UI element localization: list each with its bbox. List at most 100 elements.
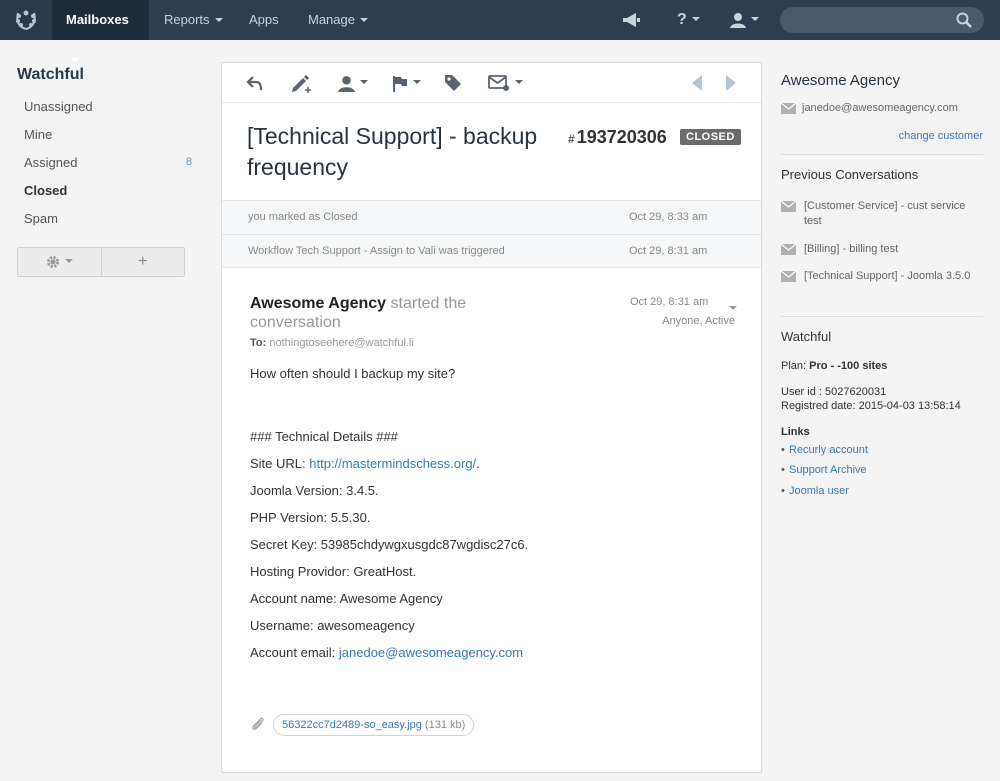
plus-icon: + (138, 253, 148, 270)
gear-icon (46, 256, 59, 268)
help-menu[interactable]: ? (677, 0, 700, 40)
activity-event: Workflow Tech Support - Assign to Vali w… (222, 234, 761, 268)
user-icon (338, 75, 355, 92)
previous-conversation-item[interactable]: [Technical Support] - Joomla 3.5.0 (781, 269, 983, 284)
nav-manage-label: Manage (308, 12, 355, 27)
nav-mailboxes[interactable]: Mailboxes (52, 0, 149, 62)
event-text: you marked as Closed (248, 211, 358, 223)
message-line: PHP Version: 5.5.30. (250, 510, 371, 525)
plan-value: Pro - -100 sites (809, 360, 888, 372)
user-icon (730, 13, 746, 28)
chevron-down-icon (515, 80, 523, 84)
chevron-down-icon (729, 305, 737, 310)
settings-button[interactable] (18, 248, 102, 276)
assign-button[interactable] (338, 71, 368, 95)
author-name[interactable]: Awesome Agency (250, 295, 386, 312)
arrow-left-icon (692, 75, 702, 91)
message-line: Username: awesomeagency (250, 618, 415, 633)
account-email-label: Account email: (250, 645, 336, 660)
laurel-logo-icon (16, 10, 36, 30)
previous-conversation-item[interactable]: [Customer Service] - cust service test (781, 199, 983, 229)
to-line: To: nothingtoseehere@watchful.li (250, 337, 414, 349)
conversation-panel: [Technical Support] - backup frequency #… (221, 62, 762, 773)
next-conversation-button[interactable] (725, 71, 737, 95)
message-line: How often should I backup my site? (250, 366, 456, 381)
search-input[interactable] (780, 7, 984, 33)
nav-apps-label: Apps (249, 12, 279, 27)
customer-email: janedoe@awesomeagency.com (781, 102, 958, 114)
status-button[interactable] (392, 71, 421, 95)
folder-spam[interactable]: Spam (24, 211, 192, 226)
envelope-icon (781, 201, 796, 212)
status-badge: CLOSED (680, 129, 741, 145)
nav-reports[interactable]: Reports (150, 0, 237, 40)
subject-line: [Technical Support] - backup (247, 123, 538, 149)
folder-unassigned[interactable]: Unassigned (24, 99, 192, 114)
envelope-icon (781, 102, 796, 114)
attachment-chip[interactable]: 56322cc7d2489-so_easy.jpg (131 kb) (273, 714, 475, 736)
joomla-user-link[interactable]: Joomla user (781, 485, 849, 497)
folder-closed[interactable]: Closed (24, 183, 192, 198)
help-icon: ? (677, 11, 687, 28)
note-pencil-icon (292, 75, 311, 93)
support-archive-link[interactable]: Support Archive (781, 464, 867, 476)
customer-name: Awesome Agency (781, 72, 900, 89)
to-email: nothingtoseehere@watchful.li (269, 337, 414, 349)
previous-conversation-button[interactable] (691, 71, 703, 95)
message-line: Account name: Awesome Agency (250, 591, 443, 606)
event-time: Oct 29, 8:31 am (629, 245, 708, 257)
tag-button[interactable] (444, 71, 462, 95)
paperclip-icon (252, 717, 264, 730)
reply-icon (246, 76, 263, 91)
subject-line: frequency (247, 154, 349, 180)
top-nav: Mailboxes Reports Apps Manage ? (0, 0, 1000, 62)
account-email-link[interactable]: janedoe@awesomeagency.com (339, 645, 523, 660)
chevron-down-icon (64, 259, 73, 263)
event-time: Oct 29, 8:33 am (629, 211, 708, 223)
message-line: Secret Key: 53985chdywgxusgdc87wgdisc27c… (250, 537, 529, 552)
registered-date: Registred date: 2015-04-03 13:58:14 (781, 400, 961, 412)
message-line: Hosting Providor: GreatHost. (250, 564, 417, 579)
add-folder-button[interactable]: + (102, 248, 185, 276)
conversation-subject: [Technical Support] - backup frequency (247, 121, 547, 183)
reply-button[interactable] (246, 71, 264, 95)
event-text: Workflow Tech Support - Assign to Vali w… (248, 245, 505, 257)
tag-icon (445, 75, 461, 91)
envelope-icon (781, 271, 796, 282)
folder-count: 8 (185, 156, 192, 168)
message-line: Account email: janedoe@awesomeagency.com (250, 645, 523, 660)
envelope-icon (781, 244, 796, 255)
site-url-label: Site URL: (250, 456, 306, 471)
email-options-button[interactable] (488, 71, 523, 95)
announcements-icon[interactable] (621, 0, 641, 40)
attachment-name[interactable]: 56322cc7d2489-so_easy.jpg (282, 719, 422, 731)
search-icon (956, 12, 972, 28)
attachment-size: (131 kb) (424, 719, 466, 731)
previous-conversation-item[interactable]: [Billing] - billing test (781, 242, 983, 257)
logo[interactable] (0, 0, 52, 40)
previous-conversation-title: [Technical Support] - Joomla 3.5.0 (804, 270, 971, 282)
links-title: Links (781, 426, 810, 438)
divider (781, 316, 983, 317)
chevron-down-icon (360, 80, 368, 84)
message-line: Site URL: http://mastermindschess.org/. (250, 456, 480, 471)
change-customer-link[interactable]: change customer (899, 130, 983, 142)
flag-icon (393, 75, 407, 92)
recurly-account-link[interactable]: Recurly account (781, 444, 868, 456)
nav-reports-label: Reports (164, 12, 210, 27)
chevron-down-icon (214, 17, 223, 22)
add-note-button[interactable] (290, 71, 314, 95)
chevron-down-icon (71, 57, 79, 62)
site-url-link[interactable]: http://mastermindschess.org/ (309, 456, 476, 471)
user-menu[interactable] (730, 0, 759, 40)
thread-options-button[interactable] (724, 300, 737, 315)
punctuation: . (476, 456, 480, 471)
folder-label: Unassigned (24, 99, 93, 114)
folder-mine[interactable]: Mine (24, 127, 192, 142)
folder-actions: + (17, 247, 185, 277)
conversation-toolbar (222, 63, 761, 103)
nav-manage[interactable]: Manage (294, 0, 382, 40)
chevron-down-icon (413, 80, 421, 84)
nav-apps[interactable]: Apps (235, 0, 293, 40)
folder-assigned[interactable]: Assigned 8 (24, 155, 192, 170)
